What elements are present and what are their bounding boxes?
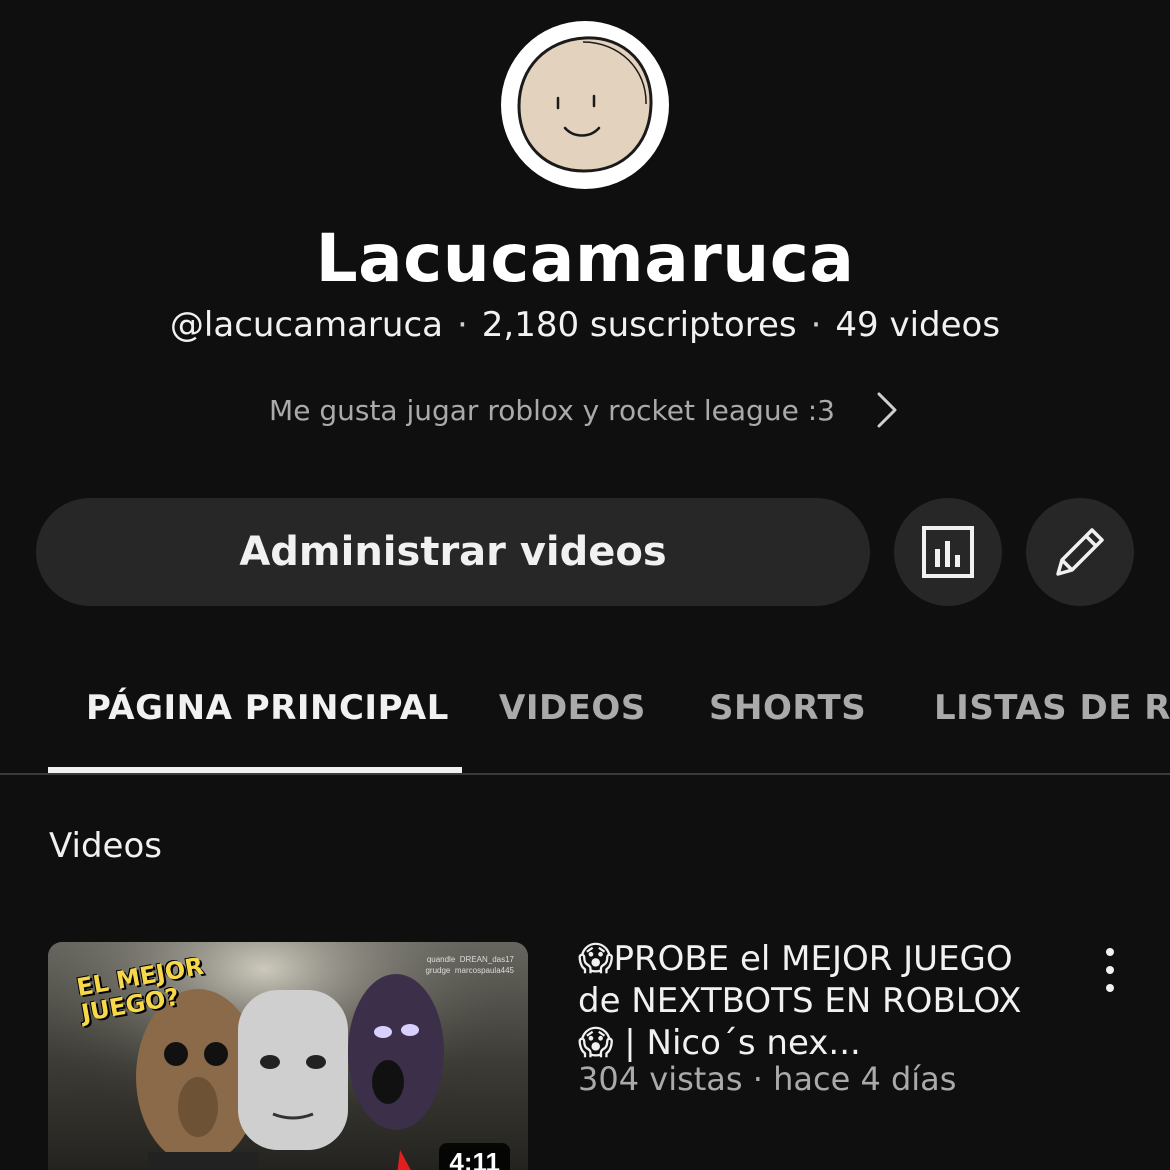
channel-page: Lacucamaruca @lacucamaruca · 2,180 suscrip… <box>0 0 1170 1170</box>
pencil-icon <box>1056 528 1104 576</box>
active-tab-indicator <box>48 767 462 773</box>
section-title: Videos <box>49 826 162 866</box>
chevron-right-icon <box>877 392 897 428</box>
thumbnail-usernames: quandle DREAN_das17 grudge marcospaula44… <box>425 955 514 975</box>
edit-channel-button[interactable] <box>1026 498 1134 606</box>
manage-videos-button[interactable]: Administrar videos <box>36 498 870 606</box>
tab-playlists[interactable]: LISTAS DE RE <box>934 688 1170 728</box>
video-duration: 4:11 <box>439 1143 510 1170</box>
video-title[interactable]: 😱PROBE el MEJOR JUEGO de NEXTBOTS EN ROB… <box>578 938 1048 1064</box>
description-text: Me gusta jugar roblox y rocket league :3 <box>269 393 835 427</box>
bar-chart-icon <box>922 526 974 578</box>
channel-meta: @lacucamaruca · 2,180 suscriptores · 49 vide… <box>0 305 1170 345</box>
video-count: 49 videos <box>835 305 1001 345</box>
tab-shorts[interactable]: SHORTS <box>709 688 866 728</box>
video-meta: 304 vistas · hace 4 días <box>578 1060 957 1098</box>
channel-description[interactable]: Me gusta jugar roblox y rocket league :3 <box>0 390 1170 430</box>
channel-avatar[interactable] <box>501 21 669 189</box>
channel-name: Lacucamaruca <box>315 220 855 297</box>
channel-tabs: PÁGINA PRINCIPAL VIDEOS SHORTS LISTAS DE… <box>0 660 1170 775</box>
more-options-icon[interactable] <box>1092 948 1128 992</box>
meta-separator: · <box>456 305 468 345</box>
analytics-button[interactable] <box>894 498 1002 606</box>
tab-videos[interactable]: VIDEOS <box>499 688 646 728</box>
smiley-face-icon <box>517 36 653 173</box>
tab-home[interactable]: PÁGINA PRINCIPAL <box>86 688 449 728</box>
meta-separator: · <box>810 305 822 345</box>
video-thumbnail[interactable]: EL MEJOR JUEGO? quandle DREAN_das17 grud… <box>48 942 528 1170</box>
subscriber-count: 2,180 suscriptores <box>481 305 797 345</box>
channel-handle: @lacucamaruca <box>169 305 443 345</box>
